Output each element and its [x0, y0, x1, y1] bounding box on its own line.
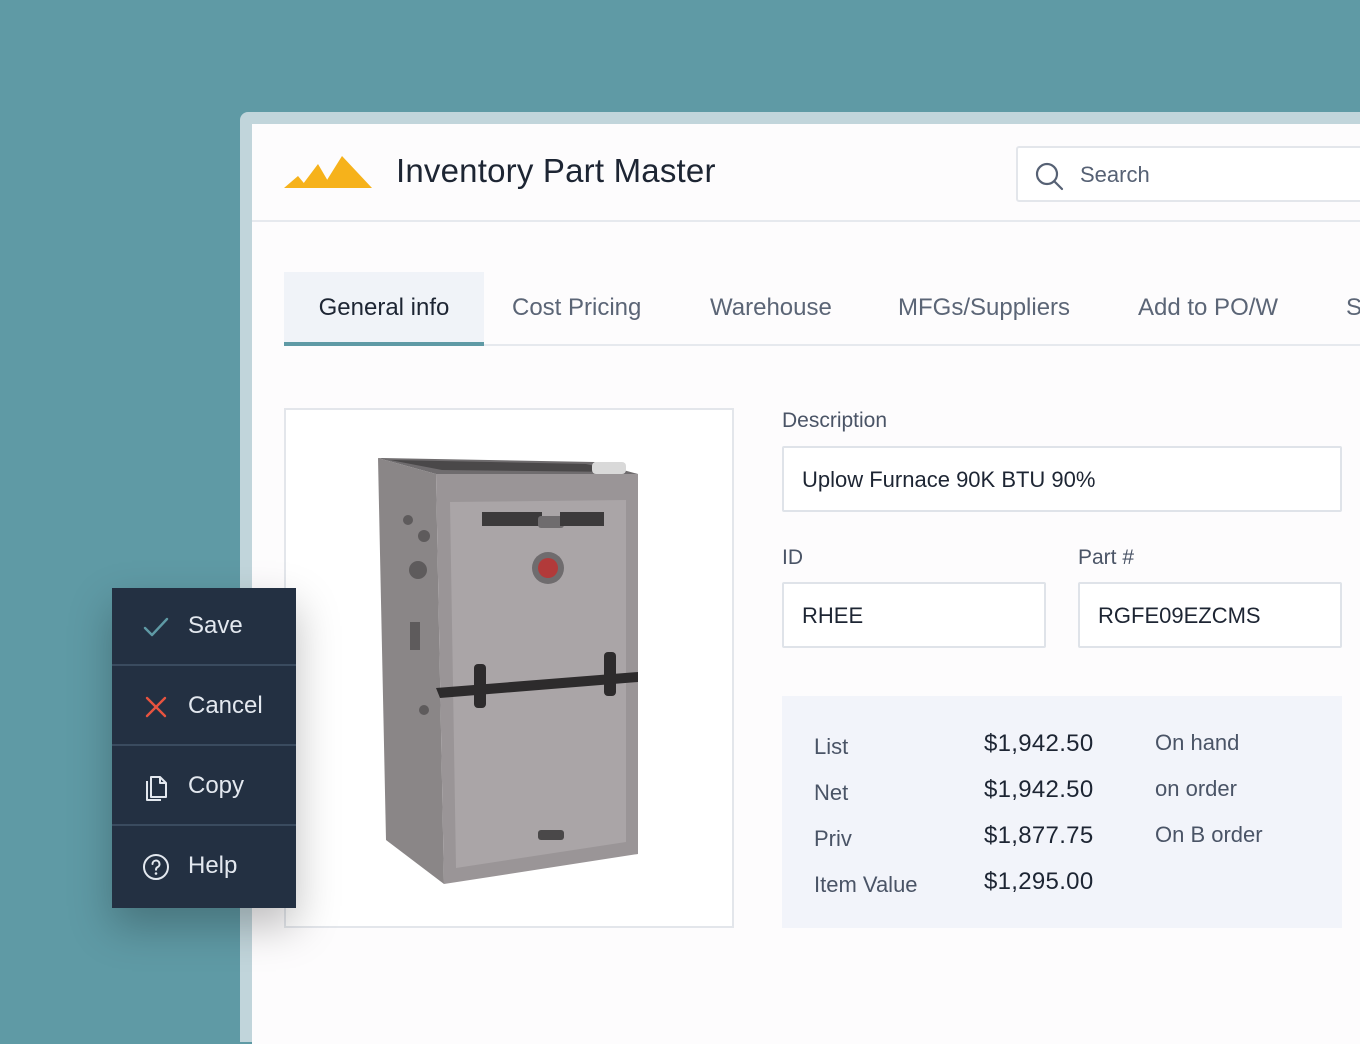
- description-label: Description: [782, 409, 888, 432]
- action-menu: Save Cancel Copy Help: [112, 588, 296, 908]
- tab-general-info[interactable]: General info: [284, 272, 484, 346]
- tab-cost-pricing[interactable]: Cost Pricing: [512, 272, 641, 344]
- price-label-priv: Priv: [814, 826, 852, 851]
- search-input[interactable]: Search: [1016, 146, 1360, 202]
- app-window: Inventory Part Master Search General inf…: [252, 124, 1360, 1044]
- copy-label: Copy: [188, 772, 245, 799]
- id-field[interactable]: RHEE: [782, 582, 1046, 648]
- price-label-net: Net: [814, 780, 849, 805]
- product-image-frame: [284, 408, 734, 928]
- search-icon: [1035, 162, 1064, 191]
- app-header: Inventory Part Master Search: [252, 124, 1360, 222]
- price-value-net: $1,942.50: [984, 776, 1094, 803]
- stock-label-on-order: on order: [1155, 776, 1237, 801]
- tab-add-to-po[interactable]: Add to PO/W: [1138, 272, 1278, 344]
- tab-warehouse[interactable]: Warehouse: [710, 272, 832, 344]
- stock-label-on-hand: On hand: [1155, 730, 1240, 755]
- cancel-label: Cancel: [188, 692, 263, 719]
- price-value-priv: $1,877.75: [984, 822, 1094, 849]
- tab-more[interactable]: S: [1346, 272, 1360, 344]
- part-number-value: RGFE09EZCMS: [1098, 603, 1261, 628]
- copy-button[interactable]: Copy: [112, 748, 296, 826]
- save-label: Save: [188, 612, 243, 639]
- page-title: Inventory Part Master: [396, 152, 716, 189]
- save-button[interactable]: Save: [112, 588, 296, 666]
- stock-label-on-b-order: On B order: [1155, 822, 1263, 847]
- check-icon: [143, 617, 169, 637]
- id-label: ID: [782, 546, 803, 569]
- description-field[interactable]: Uplow Furnace 90K BTU 90%: [782, 446, 1342, 512]
- price-value-list: $1,942.50: [984, 730, 1094, 757]
- help-button[interactable]: Help: [112, 828, 296, 906]
- id-value: RHEE: [802, 603, 864, 628]
- close-icon: [145, 696, 167, 718]
- cancel-button[interactable]: Cancel: [112, 668, 296, 746]
- description-value: Uplow Furnace 90K BTU 90%: [802, 467, 1096, 492]
- mountain-logo: [284, 156, 372, 188]
- help-label: Help: [188, 852, 238, 879]
- price-label-list: List: [814, 734, 849, 759]
- copy-icon: [146, 776, 167, 801]
- pricing-panel: List $1,942.50 Net $1,942.50 Priv $1,877…: [782, 696, 1342, 928]
- tab-mfgs-suppliers[interactable]: MFGs/Suppliers: [898, 272, 1070, 344]
- part-number-label: Part #: [1078, 546, 1135, 569]
- search-placeholder: Search: [1080, 162, 1150, 187]
- furnace-product-image: [378, 458, 638, 884]
- part-number-field[interactable]: RGFE09EZCMS: [1078, 582, 1342, 648]
- price-label-item-value: Item Value: [814, 872, 918, 897]
- help-icon: [143, 854, 169, 880]
- price-value-item-value: $1,295.00: [984, 868, 1094, 895]
- tab-bar: General info Cost Pricing Warehouse MFGs…: [284, 272, 1360, 346]
